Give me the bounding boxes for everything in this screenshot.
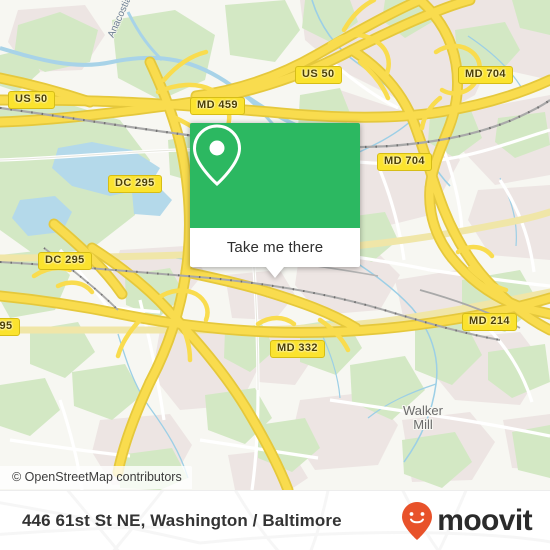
callout-action[interactable]: Take me there xyxy=(190,228,360,267)
moovit-pin-icon xyxy=(402,502,433,540)
road-shield-md-459[interactable]: MD 459 xyxy=(190,97,245,115)
location-callout[interactable]: Take me there xyxy=(190,123,360,278)
road-shield-dc-295-west[interactable]: DC 295 xyxy=(38,252,92,270)
road-shield-dc-295-north[interactable]: DC 295 xyxy=(108,175,162,193)
take-me-there-label: Take me there xyxy=(226,239,324,256)
callout-tail xyxy=(266,267,284,278)
moovit-map-screenshot: Anacostia River WalkerMill US 50 MD 459 … xyxy=(0,0,550,550)
road-shield-md-704-north[interactable]: MD 704 xyxy=(458,66,513,84)
road-shield-md-704-mid[interactable]: MD 704 xyxy=(377,153,432,171)
road-shield-us-50-west[interactable]: US 50 xyxy=(8,91,55,109)
map-pin-icon xyxy=(192,124,242,187)
osm-attribution[interactable]: © OpenStreetMap contributors xyxy=(0,466,192,489)
road-shield-md-214[interactable]: MD 214 xyxy=(462,313,517,331)
footer-bar: 446 61st St NE, Washington / Baltimore m… xyxy=(0,490,550,550)
road-shield-295-edge[interactable]: 295 xyxy=(0,318,20,336)
callout-header xyxy=(190,123,360,228)
moovit-wordmark: moovit xyxy=(437,504,532,537)
place-label-walker-mill: Walker Mill xyxy=(403,403,443,432)
road-shield-us-50-east[interactable]: US 50 xyxy=(295,66,342,84)
road-shield-md-332[interactable]: MD 332 xyxy=(270,340,325,358)
map-canvas[interactable]: Anacostia River WalkerMill US 50 MD 459 … xyxy=(0,0,550,490)
moovit-logo[interactable]: moovit xyxy=(401,491,533,550)
address-label: 446 61st St NE, Washington / Baltimore xyxy=(22,511,342,530)
